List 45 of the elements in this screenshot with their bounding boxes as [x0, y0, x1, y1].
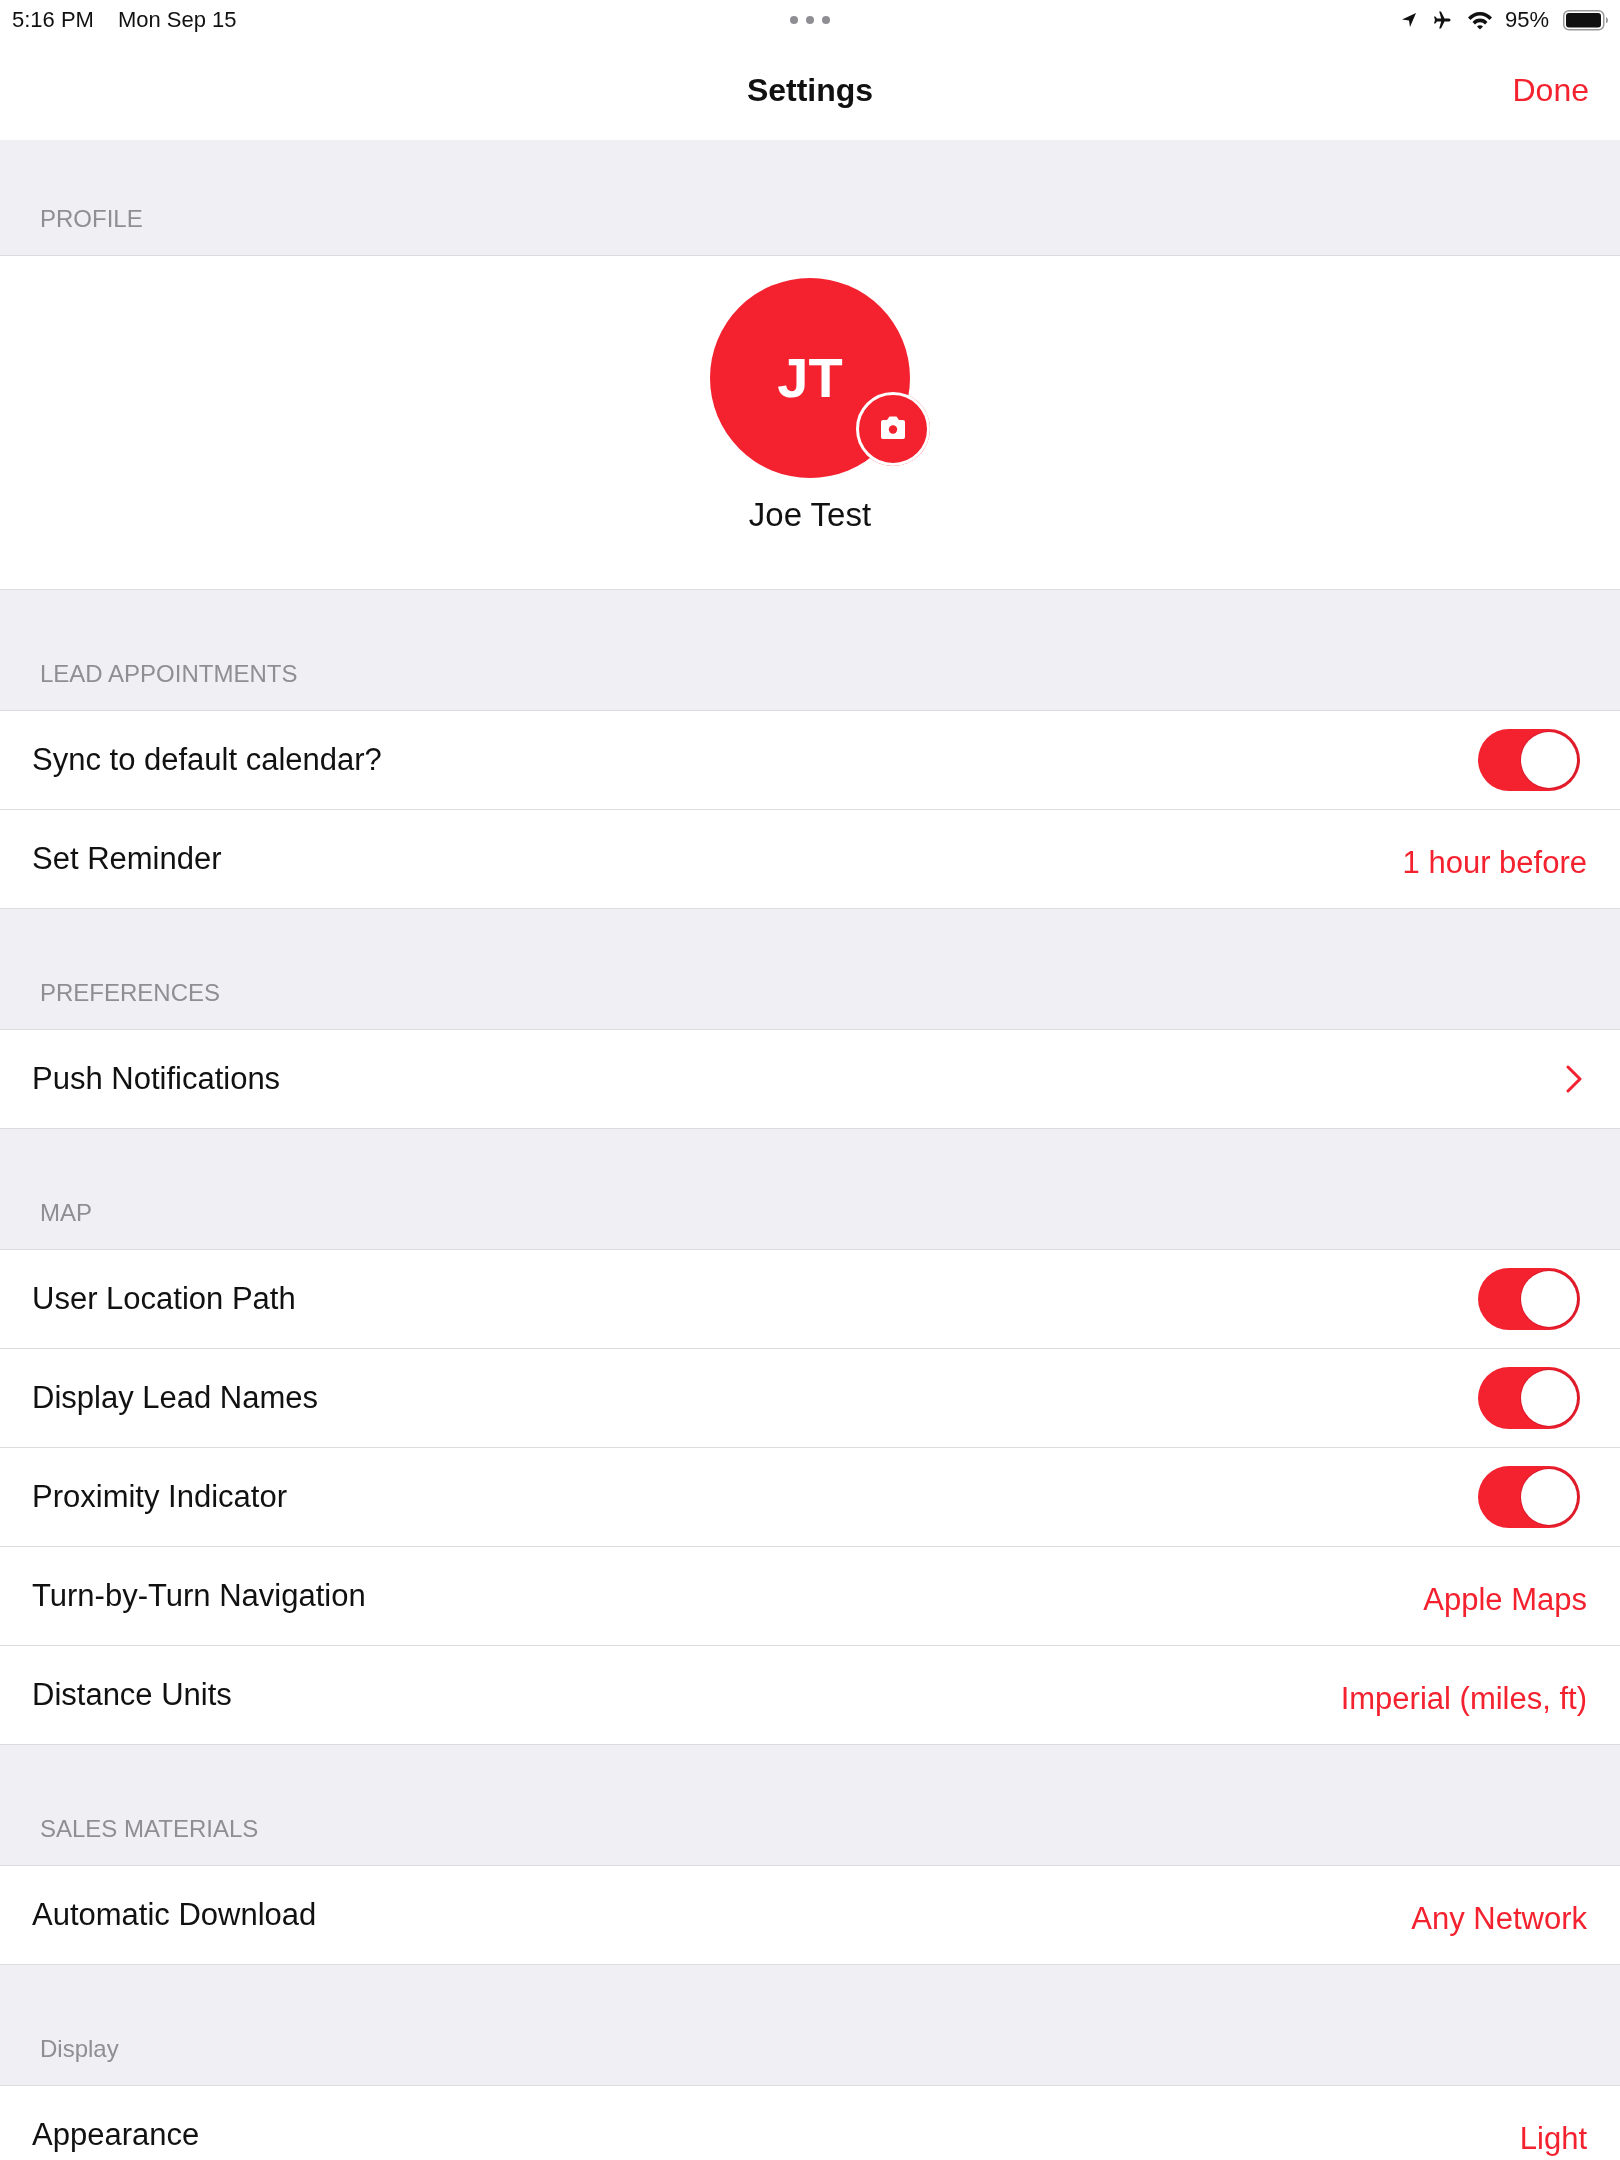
profile-name: Joe Test: [748, 495, 872, 535]
settings-row[interactable]: Proximity Indicator: [0, 1448, 1620, 1547]
row-value: Any Network: [1411, 1899, 1587, 1938]
page-title: Settings: [746, 70, 874, 110]
section-header: PROFILE: [40, 205, 143, 234]
row-label: Push Notifications: [32, 1060, 281, 1098]
row-label: Distance Units: [32, 1676, 232, 1714]
row-label: Proximity Indicator: [32, 1478, 287, 1516]
camera-icon[interactable]: [855, 391, 931, 467]
status-date: Mon Sep 15: [117, 9, 237, 31]
row-label: Set Reminder: [32, 840, 222, 878]
status-time: 5:16 PM: [12, 9, 94, 31]
section-header: MAP: [40, 1199, 92, 1228]
row-label: Automatic Download: [32, 1896, 317, 1934]
ellipsis-icon[interactable]: [790, 16, 830, 24]
battery-icon: [1563, 9, 1608, 31]
settings-row[interactable]: Display Lead Names: [0, 1349, 1620, 1448]
battery-percent: 95%: [1504, 9, 1549, 31]
done-button[interactable]: Done: [1512, 70, 1589, 110]
settings-row[interactable]: Set Reminder 1 hour before: [0, 810, 1620, 909]
chevron-right-icon: [1566, 1065, 1582, 1093]
section-header: PREFERENCES: [40, 979, 221, 1008]
settings-row[interactable]: Turn-by-Turn Navigation Apple Maps: [0, 1547, 1620, 1646]
settings-row[interactable]: Distance Units Imperial (miles, ft): [0, 1646, 1620, 1745]
settings-row[interactable]: Appearance Light: [0, 2086, 1620, 2160]
row-label: Turn-by-Turn Navigation: [32, 1577, 366, 1615]
section-header: LEAD APPOINTMENTS: [40, 660, 298, 689]
settings-row[interactable]: Sync to default calendar?: [0, 711, 1620, 810]
section-header: Display: [40, 2035, 119, 2064]
airplane-icon: [1432, 11, 1451, 29]
row-label: Display Lead Names: [32, 1379, 319, 1417]
row-label: Sync to default calendar?: [32, 741, 382, 779]
section-header: SALES MATERIALS: [40, 1815, 259, 1844]
row-value: Apple Maps: [1423, 1580, 1587, 1619]
settings-row[interactable]: Automatic Download Any Network: [0, 1866, 1620, 1965]
settings-row[interactable]: Push Notifications: [0, 1030, 1620, 1129]
avatar-initials: JT: [710, 278, 910, 478]
settings-row[interactable]: User Location Path: [0, 1250, 1620, 1349]
row-label: Appearance: [32, 2116, 200, 2154]
row-label: User Location Path: [32, 1280, 296, 1318]
wifi-icon: [1466, 10, 1493, 30]
row-value: Imperial (miles, ft): [1340, 1679, 1587, 1718]
row-value: Light: [1519, 2119, 1587, 2158]
row-value: 1 hour before: [1402, 843, 1587, 882]
location-arrow-icon: [1400, 12, 1417, 28]
